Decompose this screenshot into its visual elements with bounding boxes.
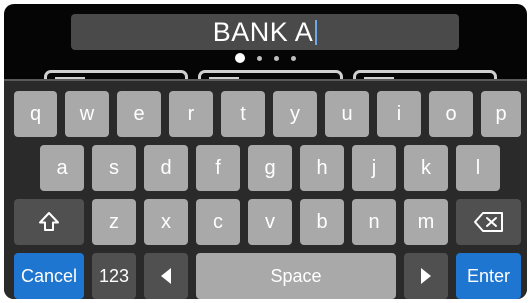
- key-y[interactable]: y: [273, 91, 317, 137]
- input-value: BANK A: [213, 17, 318, 48]
- screen: BANK A q w e r t y u i o p a s d f g h j…: [4, 4, 527, 299]
- key-d[interactable]: d: [144, 145, 188, 191]
- backspace-icon: [473, 212, 503, 232]
- page-dot: [257, 55, 262, 61]
- page-dot-active: [235, 53, 245, 63]
- key-s[interactable]: s: [92, 145, 136, 191]
- text-cursor: [315, 19, 318, 45]
- key-w[interactable]: w: [65, 91, 109, 137]
- key-q[interactable]: q: [14, 91, 57, 137]
- key-i[interactable]: i: [377, 91, 421, 137]
- space-key[interactable]: Space: [196, 253, 396, 299]
- key-r[interactable]: r: [169, 91, 213, 137]
- on-screen-keyboard: q w e r t y u i o p a s d f g h j k l z …: [4, 79, 527, 299]
- shift-arrow-icon: [39, 212, 59, 231]
- key-l[interactable]: l: [456, 145, 500, 191]
- page-indicator: [4, 53, 527, 63]
- key-k[interactable]: k: [404, 145, 448, 191]
- key-t[interactable]: t: [221, 91, 265, 137]
- page-dot: [291, 55, 296, 61]
- page-dot: [274, 55, 279, 61]
- cancel-button[interactable]: Cancel: [14, 253, 84, 299]
- cursor-left-key[interactable]: [144, 253, 188, 299]
- key-o[interactable]: o: [429, 91, 473, 137]
- key-x[interactable]: x: [144, 199, 188, 245]
- key-p[interactable]: p: [481, 91, 521, 137]
- key-e[interactable]: e: [117, 91, 161, 137]
- left-triangle-icon: [161, 268, 171, 284]
- shift-key[interactable]: [14, 199, 84, 245]
- key-u[interactable]: u: [325, 91, 369, 137]
- key-m[interactable]: m: [404, 199, 448, 245]
- key-h[interactable]: h: [300, 145, 344, 191]
- key-n[interactable]: n: [352, 199, 396, 245]
- enter-button[interactable]: Enter: [456, 253, 521, 299]
- key-a[interactable]: a: [40, 145, 84, 191]
- key-j[interactable]: j: [352, 145, 396, 191]
- key-f[interactable]: f: [196, 145, 240, 191]
- key-z[interactable]: z: [92, 199, 136, 245]
- name-input-field[interactable]: BANK A: [71, 14, 459, 50]
- key-c[interactable]: c: [196, 199, 240, 245]
- key-g[interactable]: g: [248, 145, 292, 191]
- input-text: BANK A: [212, 16, 314, 47]
- key-v[interactable]: v: [248, 199, 292, 245]
- backspace-key[interactable]: [456, 199, 521, 245]
- numbers-key[interactable]: 123: [92, 253, 136, 299]
- key-b[interactable]: b: [300, 199, 344, 245]
- right-triangle-icon: [421, 268, 431, 284]
- cursor-right-key[interactable]: [404, 253, 448, 299]
